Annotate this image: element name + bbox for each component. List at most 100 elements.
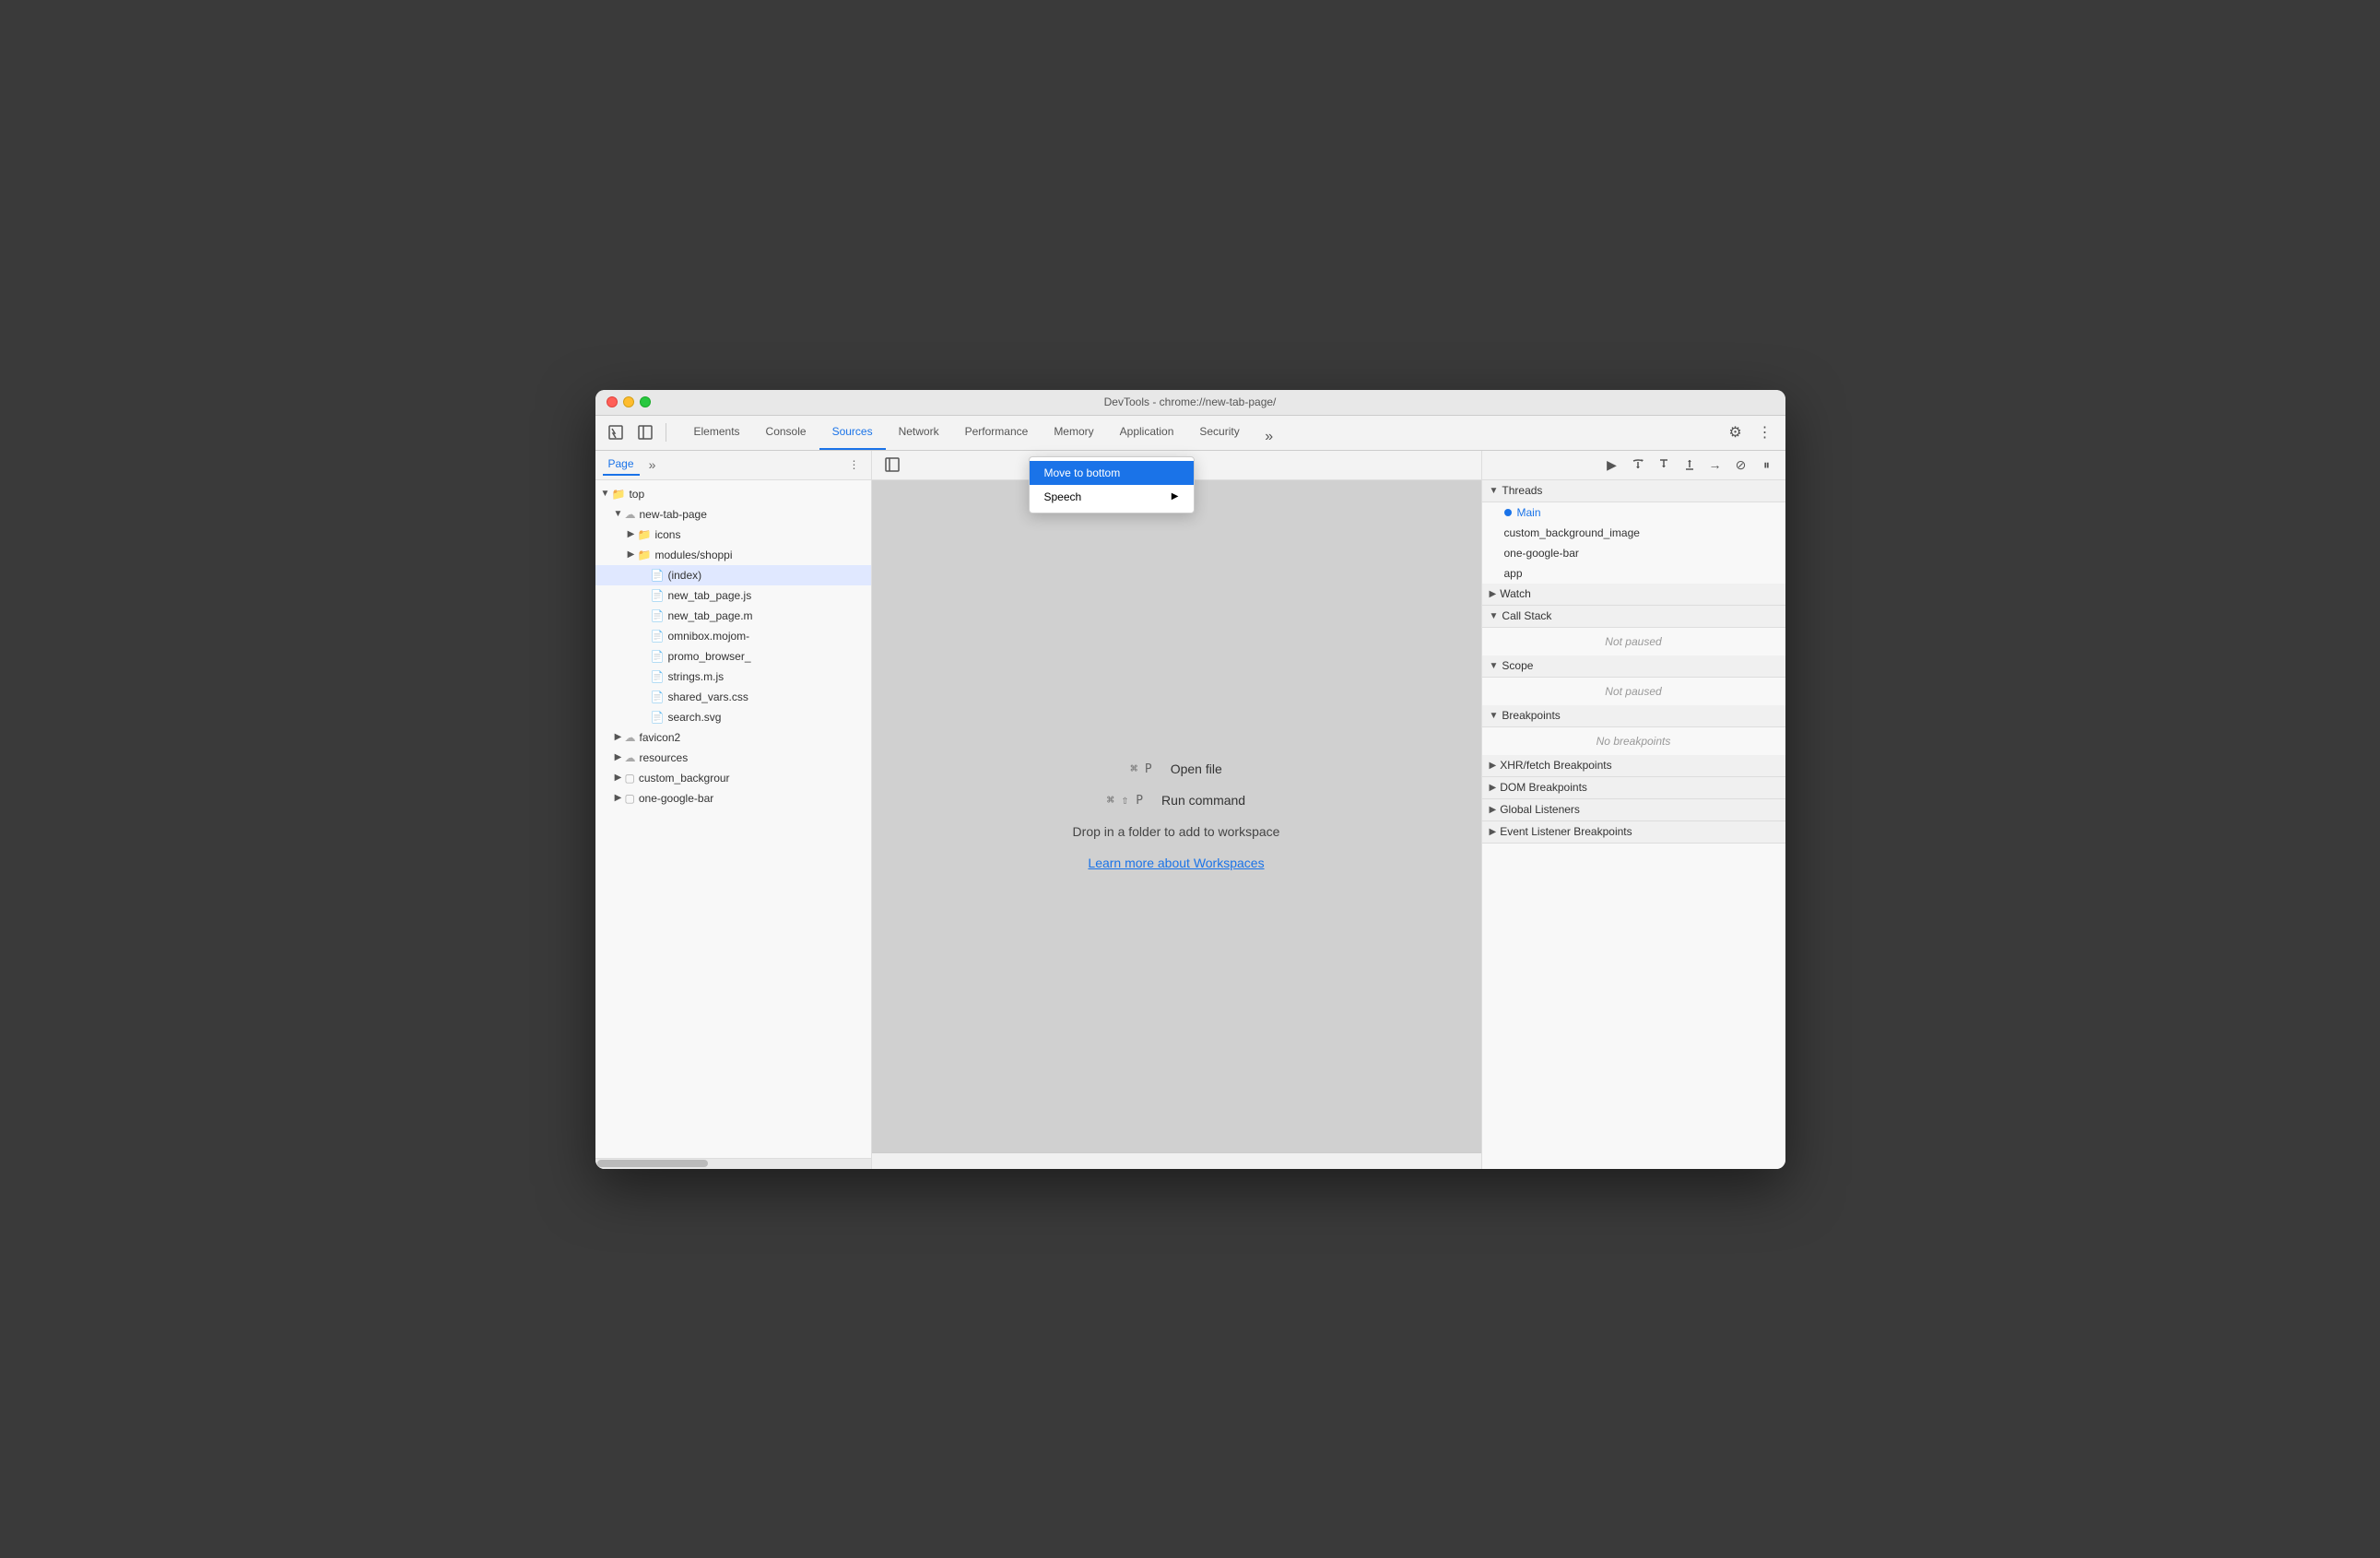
tab-network[interactable]: Network	[886, 416, 952, 450]
chevron-right-icon: ▶	[1490, 589, 1497, 599]
event-listener-title: Event Listener Breakpoints	[1500, 825, 1632, 838]
thread-main[interactable]: Main	[1482, 502, 1785, 523]
tree-label: promo_browser_	[667, 650, 750, 663]
step-button[interactable]: →	[1704, 454, 1726, 476]
tree-item-searchsvg[interactable]: 📄 search.svg	[595, 707, 871, 727]
tree-label: top	[629, 488, 644, 501]
tree-item-google-bar[interactable]: ▶ ▢ one-google-bar	[595, 788, 871, 809]
minimize-button[interactable]	[623, 396, 634, 407]
file-icon: 📄	[651, 569, 665, 582]
dom-section-header[interactable]: ▶ DOM Breakpoints	[1482, 777, 1785, 799]
thread-custom-bg[interactable]: custom_background_image	[1482, 523, 1785, 543]
breakpoints-title: Breakpoints	[1502, 709, 1560, 722]
maximize-button[interactable]	[640, 396, 651, 407]
tree-item-omnibox[interactable]: 📄 omnibox.mojom-	[595, 626, 871, 646]
chevron-right-icon: ▶	[1490, 805, 1497, 815]
show-navigator-icon[interactable]	[879, 452, 905, 478]
run-command-shortcut: ⌘ ⇧ P Run command	[1107, 793, 1245, 808]
call-stack-content: Not paused	[1482, 628, 1785, 655]
scope-title: Scope	[1502, 659, 1533, 672]
thread-google-bar[interactable]: one-google-bar	[1482, 543, 1785, 563]
tree-label: new-tab-page	[640, 508, 707, 521]
title-bar: DevTools - chrome://new-tab-page/	[595, 390, 1785, 416]
context-menu-item-move-to-bottom[interactable]: Move to bottom	[1030, 461, 1194, 485]
tree-item-icons[interactable]: ▶ 📁 icons	[595, 525, 871, 545]
tab-memory[interactable]: Memory	[1041, 416, 1106, 450]
step-out-button[interactable]	[1679, 454, 1701, 476]
sidebar-actions: ⋮	[845, 455, 864, 474]
tree-label: shared_vars.css	[667, 690, 748, 703]
page-tab[interactable]: Page	[603, 454, 640, 476]
breakpoints-section-header[interactable]: ▼ Breakpoints	[1482, 705, 1785, 727]
tree-item-top[interactable]: ▼ 📁 top	[595, 484, 871, 504]
workspace-link[interactable]: Learn more about Workspaces	[1088, 856, 1264, 870]
folder-icon: 📁	[612, 488, 626, 501]
tree-item-promo[interactable]: 📄 promo_browser_	[595, 646, 871, 667]
dock-icon[interactable]	[632, 419, 658, 445]
tree-item-sharedvars[interactable]: 📄 shared_vars.css	[595, 687, 871, 707]
xhr-section-header[interactable]: ▶ XHR/fetch Breakpoints	[1482, 755, 1785, 777]
sidebar-scrollbar[interactable]	[595, 1158, 871, 1169]
scope-section-header[interactable]: ▼ Scope	[1482, 655, 1785, 678]
call-stack-section-header[interactable]: ▼ Call Stack	[1482, 606, 1785, 628]
chevron-right-icon: ▶	[612, 732, 625, 742]
tab-console[interactable]: Console	[753, 416, 819, 450]
tab-elements[interactable]: Elements	[681, 416, 753, 450]
tree-item-newtabjs[interactable]: 📄 new_tab_page.js	[595, 585, 871, 606]
more-tabs-icon[interactable]: »	[1256, 424, 1282, 450]
scrollbar-thumb[interactable]	[597, 1160, 708, 1167]
thread-active-indicator	[1504, 509, 1512, 516]
threads-section-header[interactable]: ▼ Threads	[1482, 480, 1785, 502]
tree-item-strings[interactable]: 📄 strings.m.js	[595, 667, 871, 687]
tree-label: modules/shoppi	[654, 549, 732, 561]
tree-item-resources[interactable]: ▶ ☁ resources	[595, 748, 871, 768]
tab-performance[interactable]: Performance	[952, 416, 1042, 450]
sidebar-action-button[interactable]: ⋮	[845, 455, 864, 474]
step-into-button[interactable]	[1653, 454, 1675, 476]
tree-item-modules[interactable]: ▶ 📁 modules/shoppi	[595, 545, 871, 565]
settings-icon[interactable]: ⚙	[1723, 419, 1749, 445]
scope-empty: Not paused	[1482, 678, 1785, 705]
tree-item-newtabm[interactable]: 📄 new_tab_page.m	[595, 606, 871, 626]
drop-folder-text: Drop in a folder to add to workspace	[1073, 824, 1280, 839]
chevron-right-icon: ▶	[612, 773, 625, 783]
file-icon: 📄	[651, 670, 665, 683]
tree-label: (index)	[667, 569, 701, 582]
cloud-icon: ☁	[625, 508, 636, 521]
event-listener-section-header[interactable]: ▶ Event Listener Breakpoints	[1482, 821, 1785, 844]
call-stack-title: Call Stack	[1502, 609, 1551, 622]
tab-application[interactable]: Application	[1107, 416, 1187, 450]
file-icon: 📄	[651, 690, 665, 703]
deactivate-breakpoints-button[interactable]: ⊘	[1730, 454, 1752, 476]
devtools-window: DevTools - chrome://new-tab-page/	[595, 390, 1785, 1169]
tree-item-favicon2[interactable]: ▶ ☁ favicon2	[595, 727, 871, 748]
inspect-icon[interactable]	[603, 419, 629, 445]
folder-icon: 📁	[638, 549, 652, 561]
right-content: ▼ Threads Main custom_background_image o…	[1482, 480, 1785, 1169]
chevron-right-icon: ▶	[1490, 761, 1497, 771]
sidebar-more-button[interactable]: »	[643, 455, 662, 474]
close-button[interactable]	[607, 396, 618, 407]
main-toolbar: Elements Console Sources Network Perform…	[595, 416, 1785, 451]
tree-label: strings.m.js	[667, 670, 724, 683]
tab-security[interactable]: Security	[1186, 416, 1252, 450]
chevron-right-icon: ▶	[612, 752, 625, 762]
tree-item-custom-background[interactable]: ▶ ▢ custom_backgrour	[595, 768, 871, 788]
pause-on-exceptions-button[interactable]: ⏸	[1756, 454, 1778, 476]
thread-app[interactable]: app	[1482, 563, 1785, 584]
tree-item-new-tab-page[interactable]: ▼ ☁ new-tab-page	[595, 504, 871, 525]
resume-button[interactable]: ▶	[1601, 454, 1623, 476]
step-over-button[interactable]	[1627, 454, 1649, 476]
chevron-right-icon: ▶	[625, 529, 638, 539]
global-listeners-section-header[interactable]: ▶ Global Listeners	[1482, 799, 1785, 821]
breakpoints-empty: No breakpoints	[1482, 727, 1785, 755]
watch-section-header[interactable]: ▶ Watch	[1482, 584, 1785, 606]
tree-item-index[interactable]: 📄 (index)	[595, 565, 871, 585]
context-menu-item-speech[interactable]: Speech ▶	[1030, 485, 1194, 509]
dom-title: DOM Breakpoints	[1500, 781, 1587, 794]
tab-sources[interactable]: Sources	[819, 416, 886, 450]
customize-icon[interactable]: ⋮	[1752, 419, 1778, 445]
file-tree: ▼ 📁 top ▼ ☁ new-tab-page ▶	[595, 480, 871, 1158]
center-bottom-bar	[872, 1152, 1481, 1169]
context-menu: Move to bottom Speech ▶	[1029, 456, 1195, 513]
